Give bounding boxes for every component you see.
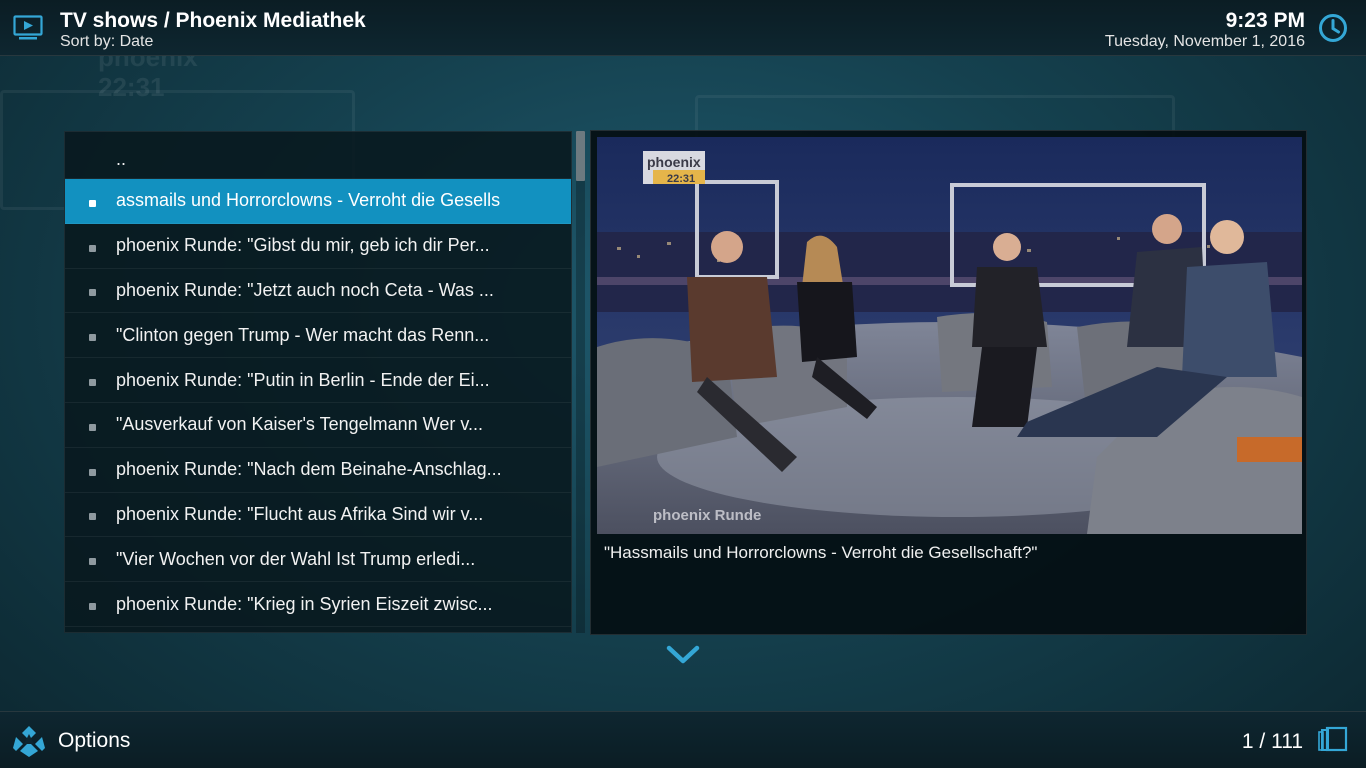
bullet-icon (89, 513, 96, 521)
list-item[interactable]: phoenix Runde: "Nach dem Beinahe-Anschla… (65, 448, 571, 493)
list-item-parent[interactable]: .. (65, 132, 571, 179)
scrollbar-thumb[interactable] (576, 131, 585, 181)
bullet-icon (89, 423, 96, 431)
list-scrollbar[interactable] (576, 131, 585, 633)
chevron-down-icon[interactable] (666, 645, 700, 665)
info-panel: phoenix 22:31 phoenix Runde "Hassmails u… (590, 130, 1307, 635)
list-item-label: assmails und Horrorclowns - Verroht die … (116, 190, 501, 211)
bullet-icon (89, 289, 96, 297)
bullet-icon (89, 379, 96, 387)
episode-list: .. assmails und Horrorclowns - Verroht d… (64, 131, 572, 633)
clock-date: Tuesday, November 1, 2016 (1104, 33, 1305, 50)
options-icon (13, 726, 45, 757)
list-item-label: .. (116, 149, 127, 169)
list-item-label: "Vier Wochen vor der Wahl Ist Trump erle… (116, 548, 476, 569)
list-item[interactable]: assmails und Horrorclowns - Verroht die … (65, 179, 571, 224)
options-button[interactable]: Options (12, 724, 130, 758)
bullet-icon (89, 244, 96, 252)
clock-time: 9:23 PM (1225, 9, 1305, 32)
bullet-icon (89, 468, 96, 476)
tv-icon (13, 15, 43, 40)
list-item[interactable]: phoenix Runde: "Jetzt auch noch Ceta - W… (65, 269, 571, 314)
list-item[interactable]: "Clinton gegen Trump - Wer macht das Ren… (65, 313, 571, 359)
list-item[interactable]: phoenix Runde: "Putin in Berlin - Ende d… (65, 358, 571, 403)
bullet-icon (89, 334, 96, 342)
sort-label: Sort by: Date (60, 33, 154, 50)
bullet-icon (89, 199, 96, 207)
list-item-label: "Clinton gegen Trump - Wer macht das Ren… (116, 324, 490, 345)
options-label: Options (58, 729, 131, 752)
episode-thumbnail: phoenix 22:31 phoenix Runde (597, 137, 1302, 534)
list-item-label: phoenix Runde: "Gibst du mir, geb ich di… (116, 235, 490, 256)
item-count: 1 / 111 (1241, 730, 1303, 753)
header-bar: TV shows / Phoenix Mediathek Sort by: Da… (0, 0, 1366, 56)
thumb-logo-time: 22:31 (667, 173, 695, 185)
list-item-label: phoenix Runde: "Flucht aus Afrika Sind w… (116, 503, 484, 524)
list-item[interactable]: phoenix Runde: "Flucht aus Afrika Sind w… (65, 493, 571, 538)
list-item-label: phoenix Runde: "Jetzt auch noch Ceta - W… (116, 279, 494, 300)
footer-bar: Options 1 / 111 (0, 711, 1366, 768)
list-item[interactable]: phoenix Runde: "Gibst du mir, geb ich di… (65, 224, 571, 269)
episode-plot: "Hassmails und Horrorclowns - Verroht di… (604, 543, 1038, 562)
page-title: TV shows / Phoenix Mediathek (60, 9, 366, 32)
clock-icon (1319, 14, 1347, 42)
bullet-icon (89, 558, 96, 566)
list-item-label: "Ausverkauf von Kaiser's Tengelmann Wer … (116, 414, 483, 435)
thumb-caption: phoenix Runde (653, 507, 761, 524)
list-item-label: phoenix Runde: "Putin in Berlin - Ende d… (116, 369, 490, 390)
list-item[interactable]: phoenix Runde: "Krieg in Syrien Eiszeit … (65, 582, 571, 627)
view-mode-icon[interactable] (1318, 726, 1348, 754)
list-item-label: phoenix Runde: "Krieg in Syrien Eiszeit … (116, 593, 493, 614)
bullet-icon (89, 603, 96, 611)
thumb-logo: phoenix (647, 154, 701, 170)
list-item-label: phoenix Runde: "Nach dem Beinahe-Anschla… (116, 459, 502, 480)
list-item[interactable]: "Vier Wochen vor der Wahl Ist Trump erle… (65, 537, 571, 583)
list-item[interactable]: "Ausverkauf von Kaiser's Tengelmann Wer … (65, 403, 571, 448)
